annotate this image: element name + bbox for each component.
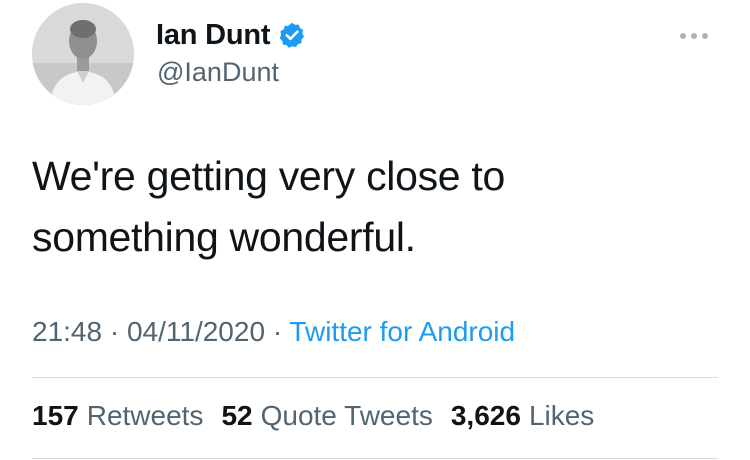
likes-label: Likes bbox=[528, 400, 595, 431]
retweets-stat[interactable]: 157 Retweets bbox=[32, 400, 203, 432]
retweets-label: Retweets bbox=[86, 400, 204, 431]
tweet-text-line: We're getting very close to bbox=[32, 153, 505, 199]
quote-tweets-count: 52 bbox=[221, 400, 253, 431]
retweets-count: 157 bbox=[32, 400, 79, 431]
divider bbox=[32, 458, 718, 459]
display-name[interactable]: Ian Dunt bbox=[156, 19, 271, 52]
likes-stat[interactable]: 3,626 Likes bbox=[451, 400, 594, 432]
quote-tweets-stat[interactable]: 52 Quote Tweets bbox=[221, 400, 432, 432]
verified-badge-icon bbox=[278, 21, 306, 49]
author-handle[interactable]: @IanDunt bbox=[157, 57, 279, 88]
dot bbox=[691, 33, 697, 39]
tweet-source[interactable]: Twitter for Android bbox=[289, 316, 515, 347]
tweet-stats: 157 Retweets 52 Quote Tweets 3,626 Likes bbox=[32, 400, 594, 432]
meta-separator: · bbox=[272, 316, 283, 347]
tweet-time[interactable]: 21:48 bbox=[32, 316, 102, 347]
divider bbox=[32, 377, 718, 378]
dot bbox=[680, 33, 686, 39]
meta-separator: · bbox=[109, 316, 120, 347]
quote-tweets-label: Quote Tweets bbox=[260, 400, 433, 431]
avatar[interactable] bbox=[32, 3, 134, 105]
tweet-date[interactable]: 04/11/2020 bbox=[127, 316, 265, 347]
likes-count: 3,626 bbox=[450, 400, 521, 431]
tweet-text: We're getting very close to something wo… bbox=[32, 146, 712, 268]
dot bbox=[702, 33, 708, 39]
more-options-icon[interactable] bbox=[680, 30, 716, 42]
avatar-photo-icon bbox=[32, 3, 134, 105]
author-name-row[interactable]: Ian Dunt bbox=[156, 17, 306, 53]
tweet-meta: 21:48 · 04/11/2020 · Twitter for Android bbox=[32, 316, 515, 348]
tweet-text-line: something wonderful. bbox=[32, 214, 416, 260]
